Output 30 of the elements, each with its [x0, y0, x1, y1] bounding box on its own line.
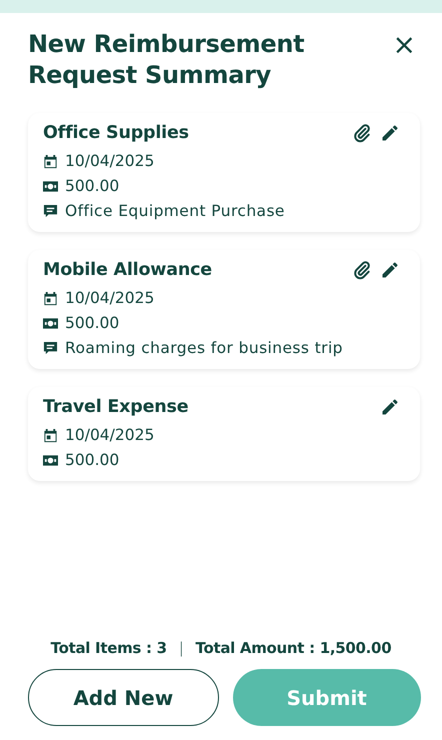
expense-amount: 500.00 — [65, 314, 120, 332]
banknote-icon — [43, 318, 58, 328]
comment-icon — [43, 340, 58, 356]
expense-name: Office Supplies — [43, 123, 189, 143]
expense-date: 10/04/2025 — [65, 426, 154, 444]
expense-name: Mobile Allowance — [43, 260, 212, 280]
expense-comment: Roaming charges for business trip — [65, 339, 343, 357]
attachment-icon[interactable] — [352, 260, 372, 280]
banknote-icon — [43, 180, 58, 192]
calendar-icon — [43, 428, 58, 442]
expense-amount: 500.00 — [65, 451, 120, 469]
separator: | — [178, 639, 184, 657]
dialog-title: New Reimbursement Request Summary — [28, 29, 306, 91]
edit-icon[interactable] — [380, 123, 400, 143]
calendar-icon — [43, 154, 58, 168]
expense-date: 10/04/2025 — [65, 152, 154, 170]
expense-comment: Office Equipment Purchase — [65, 202, 285, 220]
expense-name: Travel Expense — [43, 397, 188, 417]
total-amount: Total Amount : 1,500.00 — [196, 639, 392, 657]
attachment-icon[interactable] — [352, 123, 372, 143]
close-button[interactable]: × — [388, 31, 420, 59]
banknote-icon — [43, 454, 58, 466]
expense-amount: 500.00 — [65, 177, 120, 195]
edit-icon[interactable] — [380, 397, 400, 417]
edit-icon[interactable] — [380, 260, 400, 280]
add-new-button[interactable]: Add New — [28, 669, 218, 726]
calendar-icon — [43, 290, 58, 306]
total-items: Total Items : 3 — [50, 639, 167, 657]
comment-icon — [43, 204, 58, 218]
expense-date: 10/04/2025 — [65, 289, 154, 307]
